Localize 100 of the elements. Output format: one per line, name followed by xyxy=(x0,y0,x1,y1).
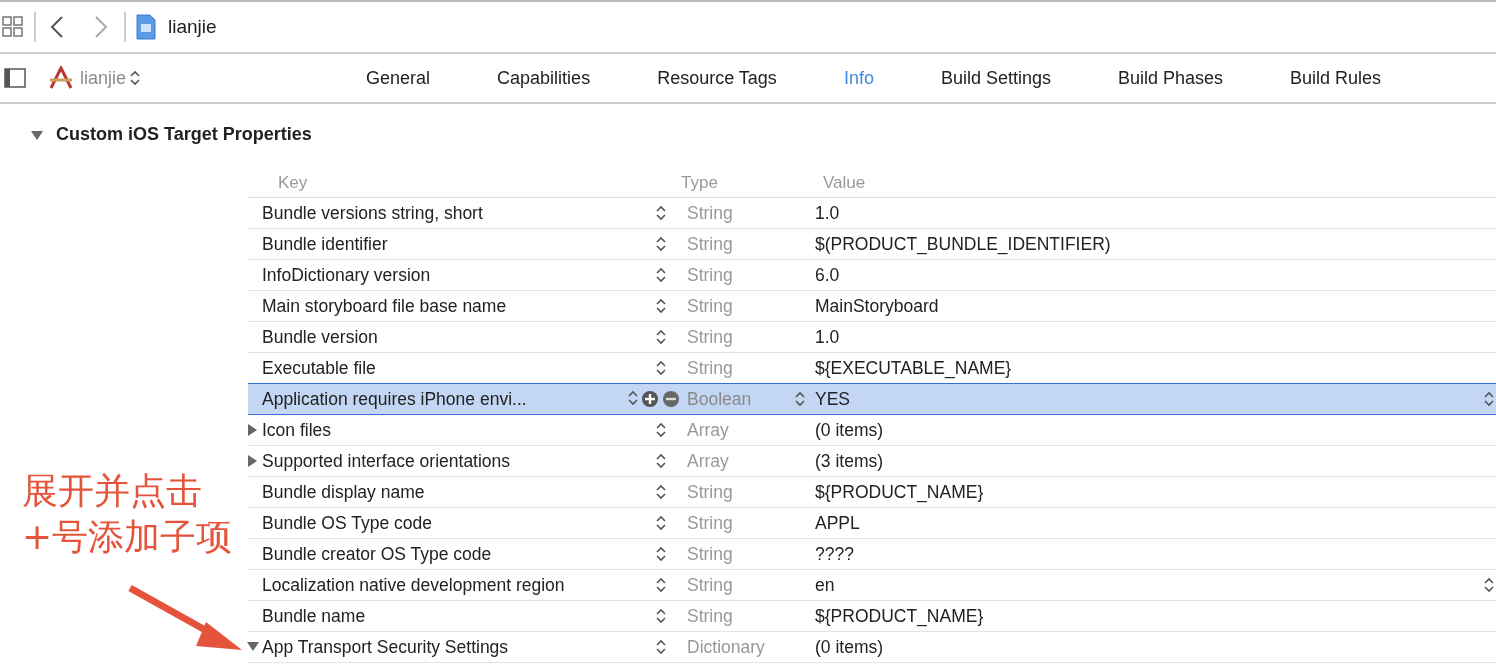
value-text: 1.0 xyxy=(815,326,840,348)
key-stepper-icon[interactable] xyxy=(656,298,666,314)
value-text: 1.0 xyxy=(815,202,840,224)
value-text: ${PRODUCT_NAME} xyxy=(815,605,984,627)
key-stepper-icon[interactable] xyxy=(656,453,666,469)
tab[interactable]: Resource Tags xyxy=(657,67,777,89)
key-text: Bundle creator OS Type code xyxy=(262,543,492,565)
key-stepper-icon[interactable] xyxy=(656,577,666,593)
key-stepper-icon[interactable] xyxy=(656,639,666,655)
value-stepper-icon[interactable] xyxy=(1484,391,1494,407)
key-text: Icon files xyxy=(262,419,332,441)
type-text: String xyxy=(687,202,733,224)
type-text: String xyxy=(687,512,733,534)
type-text: String xyxy=(687,481,733,503)
type-text: String xyxy=(687,264,733,286)
key-stepper-icon[interactable] xyxy=(656,236,666,252)
key-stepper-icon[interactable] xyxy=(656,546,666,562)
key-stepper-icon[interactable] xyxy=(656,422,666,438)
value-text: (0 items) xyxy=(815,636,884,658)
grid-icon[interactable] xyxy=(2,16,24,38)
table-row[interactable]: InfoDictionary version String 6.0 xyxy=(248,260,1496,291)
key-text: Bundle identifier xyxy=(262,233,388,255)
value-stepper-icon[interactable] xyxy=(1484,577,1494,593)
key-stepper-icon[interactable] xyxy=(628,390,638,406)
table-row[interactable]: Bundle identifier String $(PRODUCT_BUNDLE_IDENTIFIER) xyxy=(248,229,1496,260)
value-text: 6.0 xyxy=(815,264,840,286)
value-text: en xyxy=(815,574,835,596)
table-row[interactable]: Bundle creator OS Type code String ???? xyxy=(248,539,1496,570)
type-text: String xyxy=(687,295,733,317)
type-stepper-icon[interactable] xyxy=(795,391,805,407)
key-text: Localization native development region xyxy=(262,574,565,596)
table-row[interactable]: Main storyboard file base name String MainStoryboard xyxy=(248,291,1496,322)
key-stepper-icon[interactable] xyxy=(656,360,666,376)
value-text: (0 items) xyxy=(815,419,884,441)
key-text: Supported interface orientations xyxy=(262,450,511,472)
sidebar-toggle-icon[interactable] xyxy=(4,68,26,88)
table-row[interactable]: Bundle versions string, short String 1.0 xyxy=(248,198,1496,229)
key-stepper-icon[interactable] xyxy=(656,484,666,500)
type-text: Boolean xyxy=(687,388,752,410)
key-stepper-icon[interactable] xyxy=(656,515,666,531)
tab[interactable]: Build Rules xyxy=(1290,67,1382,89)
annotation-text: +号添加子项 xyxy=(22,515,233,559)
key-text: Main storyboard file base name xyxy=(262,295,507,317)
annotation-text: 展开并点击 xyxy=(22,469,203,513)
type-text: String xyxy=(687,326,733,348)
key-stepper-icon[interactable] xyxy=(656,608,666,624)
key-text: Application requires iPhone envi... xyxy=(262,388,527,410)
key-text: InfoDictionary version xyxy=(262,264,431,286)
key-text: Bundle name xyxy=(262,605,366,627)
value-text: ${EXECUTABLE_NAME} xyxy=(815,357,1012,379)
table-row[interactable]: Bundle name String ${PRODUCT_NAME} xyxy=(248,601,1496,632)
type-text: String xyxy=(687,605,733,627)
tab[interactable]: General xyxy=(366,67,431,89)
key-stepper-icon[interactable] xyxy=(656,329,666,345)
column-header: Type xyxy=(681,173,719,193)
table-row[interactable]: Bundle version String 1.0 xyxy=(248,322,1496,353)
value-text: YES xyxy=(815,388,851,410)
table-row[interactable]: Supported interface orientations Array (3 items) xyxy=(248,446,1496,477)
back-icon[interactable] xyxy=(50,15,64,39)
value-text: ${PRODUCT_NAME} xyxy=(815,481,984,503)
key-text: Bundle display name xyxy=(262,481,425,503)
key-text: Executable file xyxy=(262,357,376,379)
section-title: Custom iOS Target Properties xyxy=(56,124,312,145)
tab[interactable]: Build Phases xyxy=(1118,67,1224,89)
key-text: Bundle OS Type code xyxy=(262,512,432,534)
table-row[interactable]: Bundle display name String ${PRODUCT_NAME} xyxy=(248,477,1496,508)
table-row[interactable]: Localization native development region String en xyxy=(248,570,1496,601)
type-text: Array xyxy=(687,419,729,441)
file-name: lianjie xyxy=(168,16,217,38)
tab[interactable]: Info xyxy=(843,67,874,89)
table-row[interactable]: App Transport Security Settings Dictionary (0 items) xyxy=(248,632,1496,663)
value-text: (3 items) xyxy=(815,450,884,472)
value-text: MainStoryboard xyxy=(815,295,939,317)
selected-row[interactable]: Application requires iPhone envi... Boolean YES xyxy=(248,383,1496,415)
type-text: String xyxy=(687,233,733,255)
type-text: String xyxy=(687,543,733,565)
project-file-icon xyxy=(136,14,156,40)
tab[interactable]: Build Settings xyxy=(940,67,1051,89)
type-text: Dictionary xyxy=(687,636,765,658)
table-row[interactable]: Icon files Array (0 items) xyxy=(248,415,1496,446)
target-stepper-icon[interactable] xyxy=(130,70,141,86)
type-text: Array xyxy=(687,450,729,472)
key-stepper-icon[interactable] xyxy=(656,267,666,283)
table-row[interactable]: Bundle OS Type code String APPL xyxy=(248,508,1496,539)
target-name[interactable]: lianjie xyxy=(80,67,127,89)
key-text: Bundle version xyxy=(262,326,378,348)
key-text: Bundle versions string, short xyxy=(262,202,483,224)
tab[interactable]: Capabilities xyxy=(497,67,591,89)
type-text: String xyxy=(687,357,733,379)
add-icon[interactable] xyxy=(641,390,659,408)
remove-icon[interactable] xyxy=(662,390,680,408)
column-header: Key xyxy=(277,173,309,193)
app-target-icon xyxy=(48,66,74,90)
key-text: App Transport Security Settings xyxy=(262,636,509,658)
value-text: ???? xyxy=(815,543,854,565)
key-stepper-icon[interactable] xyxy=(656,205,666,221)
value-text: APPL xyxy=(815,512,860,534)
type-text: String xyxy=(687,574,733,596)
value-text: $(PRODUCT_BUNDLE_IDENTIFIER) xyxy=(815,233,1111,255)
disclosure-triangle-icon[interactable] xyxy=(30,128,44,141)
